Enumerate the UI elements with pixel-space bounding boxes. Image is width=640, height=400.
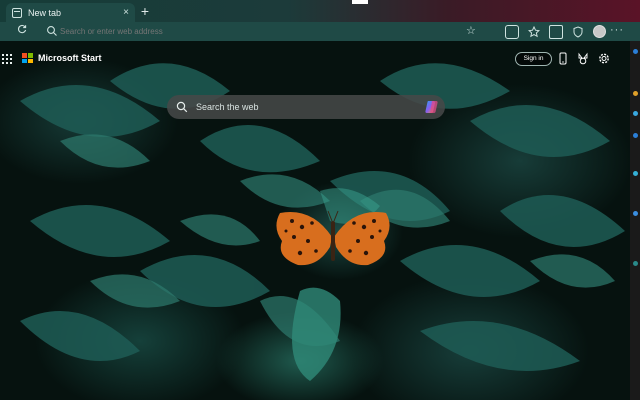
- rewards-icon[interactable]: [577, 52, 589, 65]
- refresh-icon[interactable]: [14, 22, 30, 41]
- split-screen-icon[interactable]: [505, 24, 519, 39]
- more-options-icon[interactable]: ···: [610, 24, 624, 36]
- search-placeholder: Search the web: [196, 102, 259, 112]
- new-tab-button[interactable]: +: [138, 4, 152, 18]
- edge-sidebar: [630, 41, 640, 400]
- address-bar[interactable]: [60, 25, 480, 38]
- microsoft-logo-icon: [22, 53, 33, 63]
- settings-gear-icon[interactable]: [598, 52, 610, 65]
- sidebar-office-icon[interactable]: [633, 171, 638, 176]
- sidebar-games-icon[interactable]: [633, 133, 638, 138]
- new-tab-page-icon: [12, 7, 22, 18]
- butterfly-image: [276, 210, 390, 266]
- brand-name: Microsoft Start: [38, 53, 102, 63]
- collections-icon[interactable]: [549, 24, 563, 39]
- sidebar-outlook-icon[interactable]: [633, 111, 638, 116]
- phone-icon[interactable]: [557, 52, 569, 65]
- microsoft-start-brand[interactable]: Microsoft Start: [22, 53, 102, 63]
- tab-title: New tab: [28, 7, 62, 18]
- toolbar-actions: [505, 22, 606, 41]
- address-search-icon: [47, 26, 57, 36]
- title-bar: New tab × +: [0, 0, 640, 22]
- new-tab-page: Microsoft Start Sign in Search the web: [0, 41, 630, 400]
- sign-in-button[interactable]: Sign in: [515, 52, 552, 66]
- sidebar-settings-icon[interactable]: [633, 261, 638, 266]
- sidebar-tools-icon[interactable]: [633, 91, 638, 96]
- profile-avatar[interactable]: [593, 25, 606, 38]
- favorites-icon[interactable]: [528, 25, 540, 38]
- tab-new-tab[interactable]: New tab ×: [6, 3, 135, 22]
- copilot-icon[interactable]: [424, 100, 439, 114]
- browser-essentials-icon[interactable]: [572, 25, 584, 38]
- apps-launcher-icon[interactable]: [2, 54, 12, 64]
- window-drag-handle[interactable]: [352, 0, 368, 4]
- sidebar-search-icon[interactable]: [633, 49, 638, 54]
- web-search-box[interactable]: Search the web: [167, 95, 445, 119]
- favorite-star-icon[interactable]: ☆: [466, 24, 476, 37]
- search-icon: [176, 101, 188, 113]
- sidebar-add-icon[interactable]: [633, 211, 638, 216]
- close-tab-icon[interactable]: ×: [123, 7, 129, 18]
